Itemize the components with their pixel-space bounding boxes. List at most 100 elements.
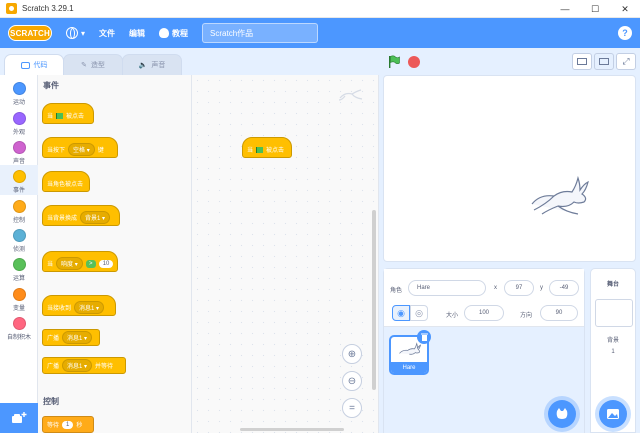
- x-position-input[interactable]: 97: [504, 280, 534, 296]
- block-broadcast-and-wait[interactable]: 广播 消息1 ▾ 并等待: [42, 357, 126, 374]
- category-sensing[interactable]: 侦测: [0, 224, 38, 254]
- block-when-flag-clicked[interactable]: 当 被点击: [42, 103, 94, 124]
- file-menu-label: 文件: [99, 28, 116, 38]
- script-when-flag-clicked[interactable]: 当 被点击: [242, 137, 292, 158]
- block-when-receive[interactable]: 当接收到 消息1 ▾: [42, 295, 116, 316]
- file-menu[interactable]: 文件: [99, 28, 115, 39]
- zoom-out-button[interactable]: ⊖: [342, 371, 362, 391]
- hide-sprite-button[interactable]: ◎: [410, 305, 428, 321]
- block-when-sprite-clicked[interactable]: 当角色被点击: [42, 171, 90, 192]
- message-dropdown[interactable]: 消息1 ▾: [74, 301, 105, 314]
- dropdown-value: 消息1: [67, 364, 83, 370]
- sprite-name-input[interactable]: Hare: [408, 280, 486, 296]
- block-text: 并等待: [95, 364, 114, 370]
- category-dot-icon: [12, 317, 26, 330]
- cat-icon: [556, 408, 568, 419]
- tutorials-menu[interactable]: 教程: [159, 28, 188, 39]
- category-operators[interactable]: 运算: [0, 253, 38, 283]
- large-stage-icon: [599, 58, 609, 65]
- category-motion[interactable]: 运动: [0, 77, 38, 107]
- show-sprite-button[interactable]: ◉: [392, 305, 410, 321]
- key-dropdown[interactable]: 空格 ▾: [68, 143, 95, 156]
- tab-sounds[interactable]: 🔈 声音: [122, 54, 182, 75]
- close-icon[interactable]: ✕: [610, 0, 640, 18]
- category-looks[interactable]: 外观: [0, 107, 38, 137]
- block-when-key-pressed[interactable]: 当按下 空格 ▾ 键: [42, 137, 118, 158]
- category-my-blocks[interactable]: 自制积木: [0, 312, 38, 342]
- minimize-icon[interactable]: —: [550, 0, 580, 18]
- sprite-label: 角色: [390, 288, 403, 294]
- help-icon[interactable]: ?: [618, 26, 632, 40]
- block-text: 当角色被点击: [47, 182, 84, 188]
- fullscreen-button[interactable]: ⤢: [616, 53, 636, 70]
- direction-input[interactable]: 90: [540, 305, 578, 321]
- script-area[interactable]: 当 被点击 ⊕ ⊖ =: [192, 75, 379, 433]
- stage-canvas[interactable]: [383, 75, 636, 262]
- broadcast-dropdown[interactable]: 消息1 ▾: [62, 331, 93, 344]
- block-when-greater-than[interactable]: 当 响度 ▾ > 10: [42, 251, 118, 272]
- choose-backdrop-button[interactable]: [599, 400, 627, 428]
- editor-tabs-row: 代码 ✎ 造型 🔈 声音 ⤢: [0, 48, 640, 75]
- delete-sprite-button[interactable]: [417, 330, 431, 344]
- category-variables[interactable]: 变量: [0, 283, 38, 313]
- script-scrollbar-vertical[interactable]: [372, 210, 376, 390]
- y-label: y: [540, 285, 543, 291]
- stage-target-pane[interactable]: 舞台 背景 1: [590, 268, 636, 433]
- maximize-icon[interactable]: ☐: [580, 0, 610, 18]
- green-flag-icon: [56, 112, 64, 119]
- category-label: 控制: [12, 218, 25, 224]
- window-titlebar: Scratch 3.29.1 — ☐ ✕: [0, 0, 640, 18]
- chevron-down-icon: ▾: [81, 28, 86, 38]
- language-menu[interactable]: ▾: [66, 27, 85, 39]
- threshold-input[interactable]: 10: [98, 259, 114, 268]
- sensor-dropdown[interactable]: 响度 ▾: [56, 257, 83, 270]
- large-stage-button[interactable]: [594, 53, 614, 70]
- size-label: 大小: [446, 313, 459, 319]
- block-when-backdrop-switches[interactable]: 当背景换成 背景1 ▾: [42, 205, 120, 226]
- category-dot-icon: [12, 288, 26, 301]
- stop-icon[interactable]: [408, 56, 420, 68]
- add-extension-button[interactable]: [0, 403, 38, 433]
- tab-code[interactable]: 代码: [4, 54, 64, 75]
- size-input[interactable]: 100: [464, 305, 504, 321]
- zoom-reset-icon: =: [349, 402, 355, 414]
- tab-costumes[interactable]: ✎ 造型: [63, 54, 123, 75]
- block-broadcast[interactable]: 广播 消息1 ▾: [42, 329, 100, 346]
- block-text: 当: [47, 114, 54, 120]
- eye-icon: ◉: [397, 307, 405, 318]
- zoom-in-button[interactable]: ⊕: [342, 344, 362, 364]
- stage-thumbnail[interactable]: [595, 299, 633, 327]
- project-title-input[interactable]: Scratch作品: [202, 23, 319, 43]
- wait-seconds-input[interactable]: 1: [62, 420, 74, 429]
- green-flag-icon[interactable]: [387, 55, 401, 69]
- category-dot-icon: [12, 82, 26, 95]
- script-scrollbar-horizontal[interactable]: [240, 428, 344, 431]
- small-stage-button[interactable]: [572, 53, 592, 70]
- zoom-in-icon: ⊕: [347, 348, 357, 360]
- category-sound[interactable]: 声音: [0, 136, 38, 166]
- block-text: 当: [247, 148, 254, 154]
- block-text: 广播: [47, 336, 60, 342]
- globe-icon: [66, 27, 78, 39]
- category-label: 运动: [12, 100, 25, 106]
- category-label: 运算: [12, 276, 25, 282]
- category-dot-icon: [12, 170, 26, 183]
- hare-sprite[interactable]: [528, 174, 592, 216]
- block-wait-seconds[interactable]: 等待 1 秒: [42, 416, 94, 433]
- backdrop-icon: [607, 409, 619, 419]
- zoom-reset-button[interactable]: =: [342, 398, 362, 418]
- y-position-input[interactable]: -49: [549, 280, 579, 296]
- category-events[interactable]: 事件: [0, 165, 38, 195]
- block-text: 当: [47, 262, 54, 268]
- broadcast-wait-dropdown[interactable]: 消息1 ▾: [62, 359, 93, 372]
- choose-sprite-button[interactable]: [548, 400, 576, 428]
- dropdown-value: 背景1: [85, 216, 101, 222]
- backdrop-dropdown[interactable]: 背景1 ▾: [80, 211, 111, 224]
- category-control[interactable]: 控制: [0, 195, 38, 225]
- palette-section-events: 事件: [43, 81, 59, 90]
- edit-menu[interactable]: 编辑: [129, 28, 145, 39]
- lightbulb-icon: [159, 28, 170, 38]
- sprite-list: Hare: [384, 327, 584, 433]
- tab-sounds-label: 声音: [151, 62, 166, 69]
- scratch-logo[interactable]: SCRATCH: [8, 25, 52, 41]
